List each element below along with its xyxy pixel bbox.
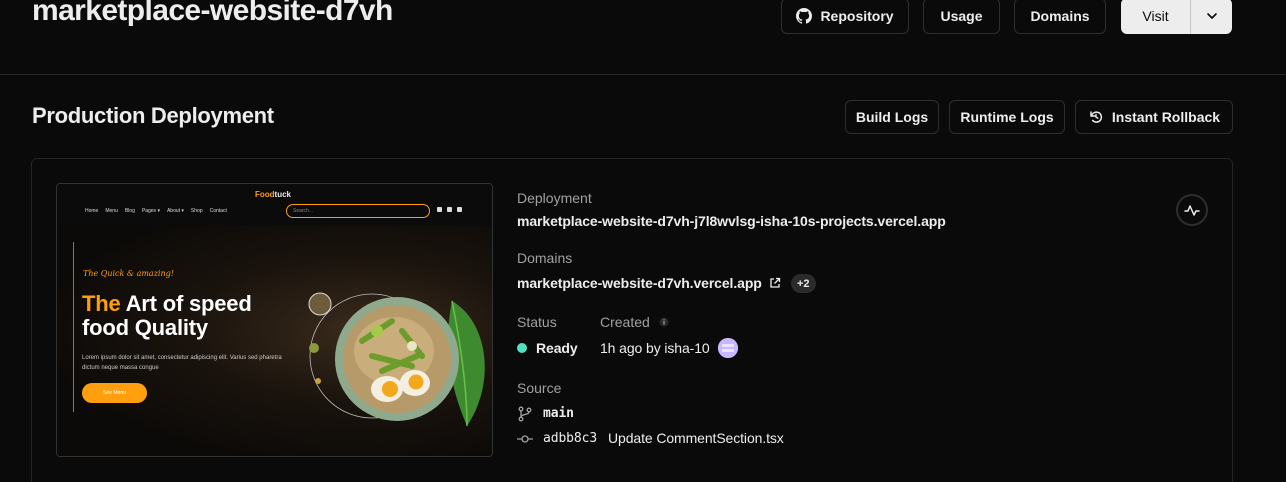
food-bowl-image <box>308 292 485 427</box>
commit-message-link[interactable]: Update CommentSection.tsx <box>608 430 784 446</box>
runtime-logs-button[interactable]: Runtime Logs <box>949 100 1065 134</box>
github-icon <box>796 8 813 24</box>
activity-icon <box>1184 205 1200 216</box>
preview-lorem: Lorem ipsum dolor sit amet, consectetur … <box>82 355 282 371</box>
visit-dropdown-button[interactable] <box>1191 0 1232 34</box>
visit-button[interactable]: Visit <box>1121 0 1191 34</box>
domains-section-label: Domains <box>517 250 573 266</box>
activity-button[interactable] <box>1176 194 1208 226</box>
extra-domains-badge[interactable]: +2 <box>791 274 816 293</box>
deployment-url-link[interactable]: marketplace-website-d7vh-j7l8wvlsg-isha-… <box>517 213 946 229</box>
created-value: 1h ago by isha-10 <box>600 340 710 356</box>
avatar[interactable] <box>718 338 738 358</box>
deployment-page: marketplace-website-d7vh Repository Usag… <box>0 0 1286 482</box>
branch-name-link[interactable]: main <box>543 406 574 421</box>
instant-rollback-label: Instant Rollback <box>1111 109 1221 125</box>
domain-url-link[interactable]: marketplace-website-d7vh.vercel.app <box>517 275 762 291</box>
status-label: Status <box>517 314 557 330</box>
external-link-icon[interactable] <box>769 277 781 289</box>
domains-button[interactable]: Domains <box>1014 0 1106 34</box>
build-logs-button[interactable]: Build Logs <box>845 100 939 134</box>
usage-button[interactable]: Usage <box>923 0 1000 34</box>
rollback-icon <box>1090 111 1103 123</box>
header-divider <box>0 74 1286 75</box>
commit-hash-link[interactable]: adbb8c3 <box>543 431 597 446</box>
deployment-preview[interactable]: Foodtuck Home Menu Blog Pages ▾ About ▾ Shop C… <box>56 183 493 457</box>
status-dot <box>517 343 527 353</box>
source-label: Source <box>517 380 562 396</box>
usage-label: Usage <box>940 8 983 24</box>
chevron-down-icon <box>1206 13 1217 19</box>
deployment-label: Deployment <box>517 190 592 206</box>
info-icon[interactable] <box>659 317 669 327</box>
section-title: Production Deployment <box>32 103 274 128</box>
preview-navbar: Foodtuck Home Menu Blog Pages ▾ About ▾ Shop C… <box>57 184 492 226</box>
repository-label: Repository <box>820 8 894 24</box>
runtime-logs-label: Runtime Logs <box>960 109 1054 125</box>
build-logs-label: Build Logs <box>855 109 929 125</box>
git-branch-icon <box>518 406 532 422</box>
visit-label: Visit <box>1142 8 1169 24</box>
git-commit-icon <box>517 435 533 443</box>
status-value: Ready <box>536 340 578 356</box>
instant-rollback-button[interactable]: Instant Rollback <box>1075 100 1233 134</box>
preview-hero: The Quick & amazing! The Art of speed fo… <box>57 226 492 456</box>
preview-nav-icons <box>437 207 462 212</box>
preview-script-text: The Quick & amazing! <box>83 269 174 278</box>
preview-headline: The Art of speed food Quality <box>82 291 252 340</box>
visit-button-group: Visit <box>1121 0 1232 34</box>
project-title: marketplace-website-d7vh <box>32 0 393 27</box>
domains-label: Domains <box>1030 8 1090 24</box>
preview-nav-links: Home Menu Blog Pages ▾ About ▾ Shop Contact <box>85 208 227 214</box>
preview-logo: Foodtuck <box>255 190 291 199</box>
repository-button[interactable]: Repository <box>781 0 909 34</box>
preview-menu-button: See Menu <box>82 383 147 403</box>
preview-search: Search... <box>286 204 430 218</box>
created-label: Created <box>600 314 650 330</box>
